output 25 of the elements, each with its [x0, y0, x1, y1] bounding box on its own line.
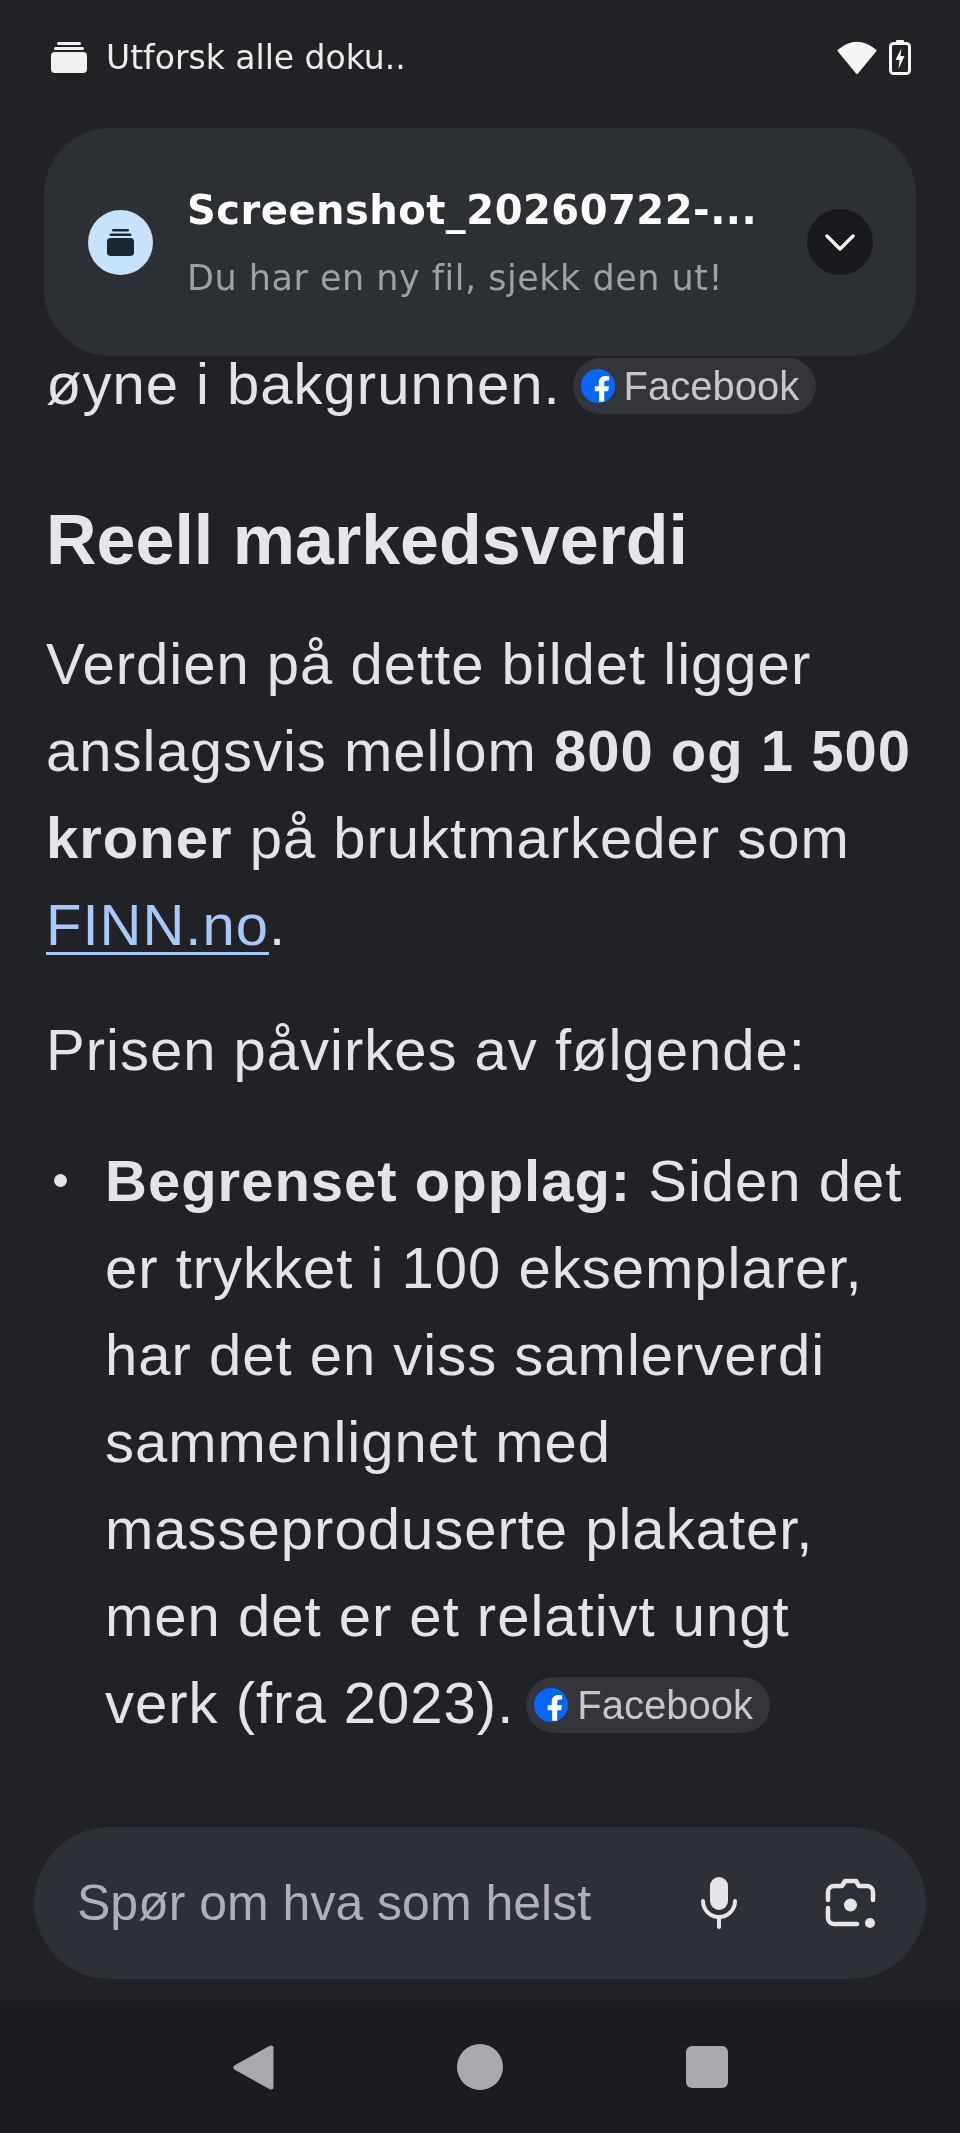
- notification-card[interactable]: Screenshot_20260722-... Du har en ny fil, sjekk den ut!: [44, 128, 916, 356]
- finn-link[interactable]: FINN.no: [46, 892, 269, 957]
- bullet-text: Begrenset opplag: Siden det er trykket i 100 eksemplarer, har det en viss samlerverdi sammenlignet med masseproduserte plakater, men det er et relativt ungt verk (fra 2023). Facebook: [105, 1147, 904, 1737]
- chevron-down-icon: [825, 233, 855, 251]
- facebook-logo-icon: [534, 1687, 569, 1722]
- camera-icon: [824, 1877, 876, 1929]
- wifi-icon: [837, 40, 877, 74]
- prompt-input[interactable]: Spør om hva som helst: [77, 1868, 670, 1938]
- stacked-cards-icon: [51, 41, 87, 73]
- paragraph-text: Verdien på dette bildet ligger anslagsvis mellom 800 og 1 500 kroner på bruktmarkeder som FINN.no.: [46, 630, 912, 959]
- bullet-icon: [54, 1174, 67, 1187]
- recents-square-icon: [686, 2046, 728, 2088]
- microphone-icon: [700, 1877, 738, 1929]
- status-notification-text: Utforsk alle doku..: [106, 40, 406, 74]
- battery-charging-icon: [889, 39, 911, 75]
- source-chip[interactable]: Facebook: [526, 1676, 770, 1733]
- prompt-field[interactable]: Spør om hva som helst: [34, 1827, 926, 1979]
- notification-message: Du har en ny fil, sjekk den ut!: [187, 257, 724, 300]
- stacked-files-icon: [88, 209, 153, 275]
- back-triangle-icon: [232, 2043, 274, 2091]
- source-chip[interactable]: Facebook: [572, 357, 817, 414]
- facebook-logo-icon: [580, 368, 615, 403]
- paragraph-text: Prisen påvirkes av følgende:: [46, 1016, 807, 1084]
- notification-title: Screenshot_20260722-...: [187, 187, 759, 233]
- section-heading: Reell markedsverdi: [46, 500, 690, 581]
